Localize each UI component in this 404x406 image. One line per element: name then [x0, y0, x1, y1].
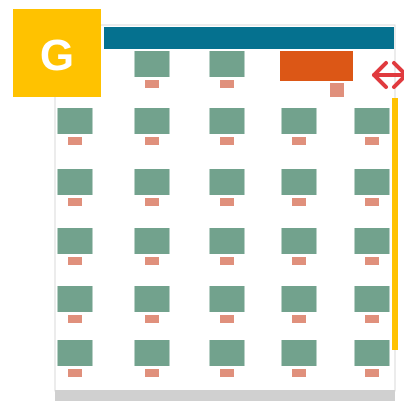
student-desk [57, 286, 93, 312]
classroom-floorplan: G [13, 9, 404, 401]
student-chair [365, 137, 379, 145]
student-chair [220, 257, 234, 265]
student-desk [281, 228, 317, 254]
side-wall [392, 98, 398, 350]
student-chair [292, 369, 306, 377]
student-chair [220, 80, 234, 88]
student-chair [145, 257, 159, 265]
section-badge: G [13, 9, 101, 97]
student-chair [292, 315, 306, 323]
student-chair [145, 315, 159, 323]
student-desk [354, 340, 390, 366]
student-desk [134, 108, 170, 134]
student-chair [145, 137, 159, 145]
student-desk [57, 340, 93, 366]
student-chair [365, 315, 379, 323]
student-chair [68, 137, 82, 145]
student-desk [134, 169, 170, 195]
student-chair [365, 369, 379, 377]
student-chair [365, 257, 379, 265]
student-desk [134, 228, 170, 254]
student-chair [220, 137, 234, 145]
teacher-desk [280, 51, 353, 81]
student-desk [134, 286, 170, 312]
student-desk [281, 286, 317, 312]
student-desk [209, 340, 245, 366]
student-desk [209, 51, 245, 77]
student-chair [68, 257, 82, 265]
student-desk [281, 169, 317, 195]
student-desk [209, 108, 245, 134]
student-desk [209, 286, 245, 312]
student-chair [292, 198, 306, 206]
student-chair [220, 315, 234, 323]
student-chair [145, 198, 159, 206]
student-chair [68, 369, 82, 377]
student-desk [209, 169, 245, 195]
student-desk [209, 228, 245, 254]
student-chair [68, 198, 82, 206]
student-desk [354, 228, 390, 254]
student-desk [57, 169, 93, 195]
classroom-map: G [0, 0, 404, 401]
student-desk [281, 108, 317, 134]
student-chair [365, 198, 379, 206]
teacher-chair [330, 83, 344, 97]
student-desk [134, 340, 170, 366]
student-chair [220, 198, 234, 206]
badge-letter: G [40, 31, 74, 80]
student-chair [68, 315, 82, 323]
student-desk [354, 169, 390, 195]
student-desk [354, 108, 390, 134]
student-desk [57, 108, 93, 134]
front-wall [104, 27, 394, 49]
student-desk [281, 340, 317, 366]
student-chair [292, 257, 306, 265]
student-chair [145, 369, 159, 377]
student-chair [145, 80, 159, 88]
student-desk [354, 286, 390, 312]
student-chair [292, 137, 306, 145]
student-chair [220, 369, 234, 377]
student-desk [57, 228, 93, 254]
floor-bottom-edge [55, 390, 395, 401]
student-desk [134, 51, 170, 77]
